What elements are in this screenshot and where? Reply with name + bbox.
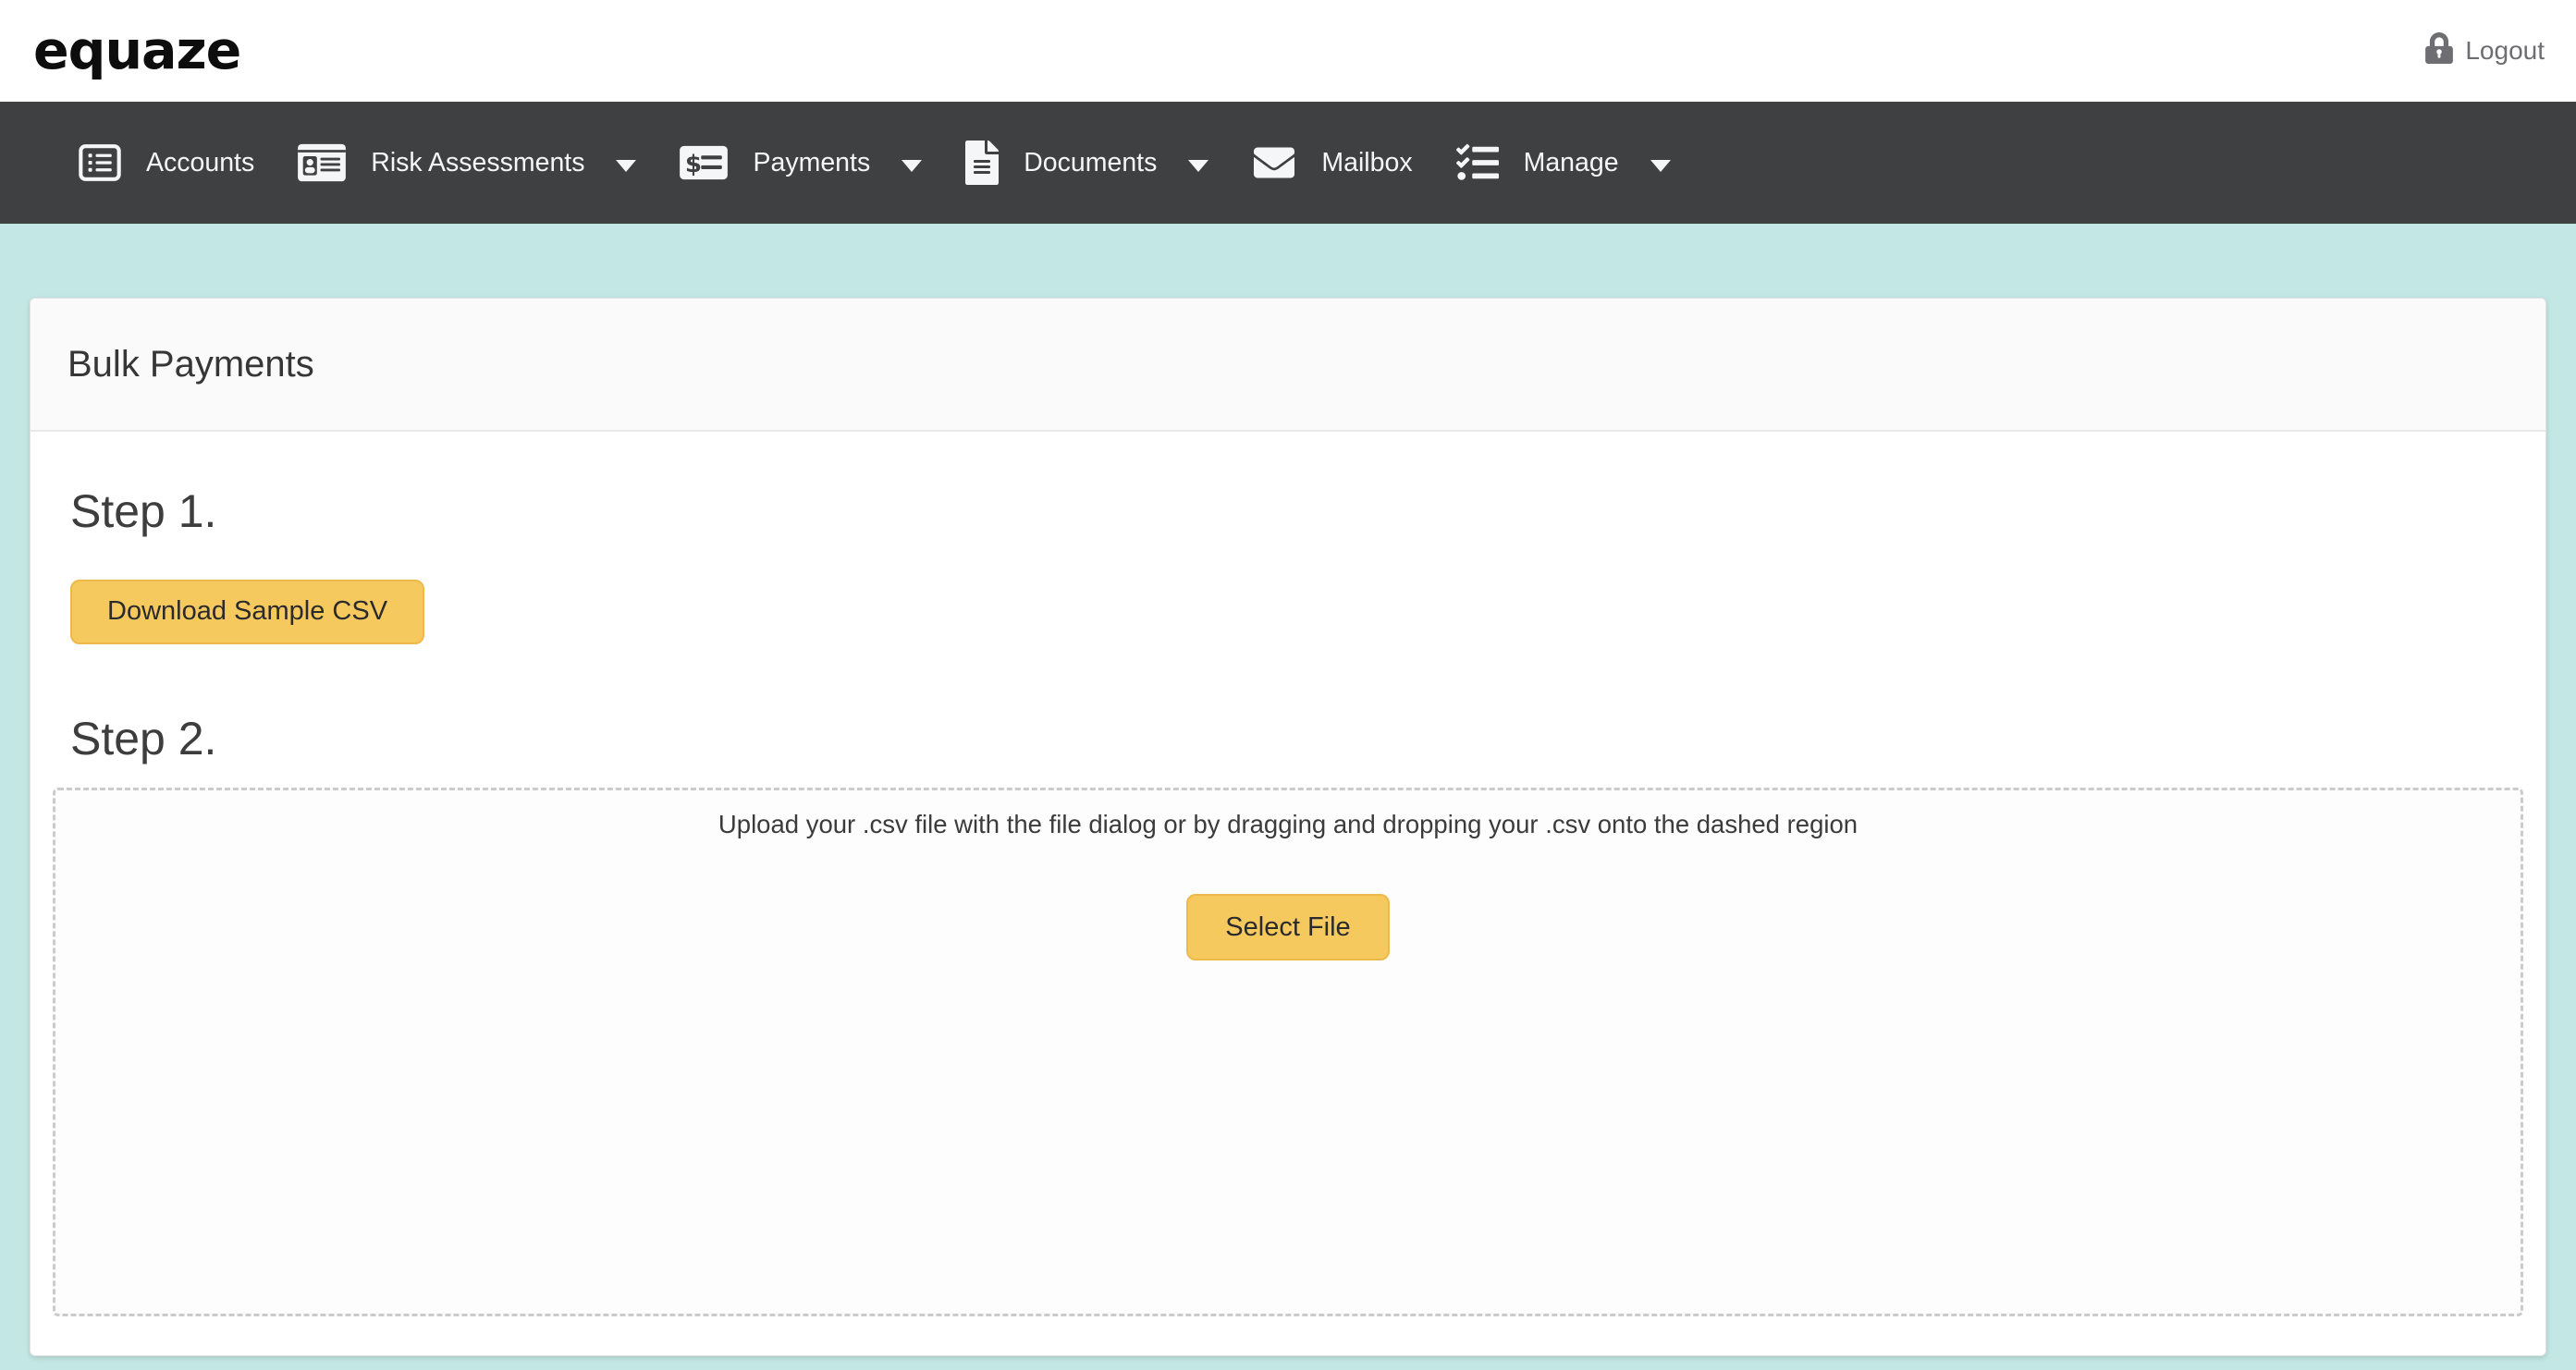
- bulk-payments-card: Bulk Payments Step 1. Download Sample CS…: [30, 298, 2546, 1356]
- lock-icon: [2425, 32, 2453, 70]
- app-logo[interactable]: equaze: [33, 20, 240, 81]
- card-body: Step 1. Download Sample CSV Step 2. Uplo…: [31, 432, 2545, 1355]
- id-card-icon: [297, 141, 347, 184]
- page-title: Bulk Payments: [67, 344, 314, 385]
- dropzone-instruction: Upload your .csv file with the file dial…: [718, 810, 1858, 839]
- caret-down-icon: [616, 160, 636, 172]
- logout-button[interactable]: Logout: [2425, 32, 2545, 70]
- caret-down-icon: [1188, 160, 1208, 172]
- envelope-icon: [1251, 142, 1297, 183]
- nav-item-accounts[interactable]: Accounts: [78, 141, 254, 184]
- file-icon: [964, 141, 1000, 185]
- step2-heading: Step 2.: [70, 713, 2523, 766]
- caret-down-icon: [902, 160, 922, 172]
- nav-label: Manage: [1524, 148, 1619, 178]
- nav-label: Accounts: [146, 148, 254, 178]
- nav-label: Payments: [753, 148, 870, 178]
- list-icon: [78, 141, 122, 184]
- csv-dropzone[interactable]: Upload your .csv file with the file dial…: [53, 788, 2523, 1316]
- main-content: Bulk Payments Step 1. Download Sample CS…: [0, 224, 2576, 1356]
- nav-item-payments[interactable]: $ Payments: [679, 141, 922, 184]
- main-navbar: Accounts Risk Assessments $: [0, 102, 2576, 224]
- nav-label: Mailbox: [1321, 148, 1412, 178]
- svg-text:$: $: [685, 151, 702, 178]
- card-header: Bulk Payments: [31, 299, 2545, 432]
- nav-item-manage[interactable]: Manage: [1455, 141, 1671, 184]
- select-file-button[interactable]: Select File: [1186, 894, 1389, 960]
- download-sample-csv-button[interactable]: Download Sample CSV: [70, 580, 424, 644]
- caret-down-icon: [1650, 160, 1671, 172]
- money-check-icon: $: [679, 141, 729, 184]
- logout-label: Logout: [2465, 36, 2545, 66]
- step1-heading: Step 1.: [70, 485, 2523, 539]
- checklist-icon: [1455, 141, 1500, 184]
- nav-item-mailbox[interactable]: Mailbox: [1251, 142, 1412, 183]
- nav-label: Risk Assessments: [371, 148, 584, 178]
- nav-item-documents[interactable]: Documents: [964, 141, 1208, 185]
- topbar: equaze Logout: [0, 0, 2576, 102]
- nav-label: Documents: [1024, 148, 1157, 178]
- nav-item-risk-assessments[interactable]: Risk Assessments: [297, 141, 636, 184]
